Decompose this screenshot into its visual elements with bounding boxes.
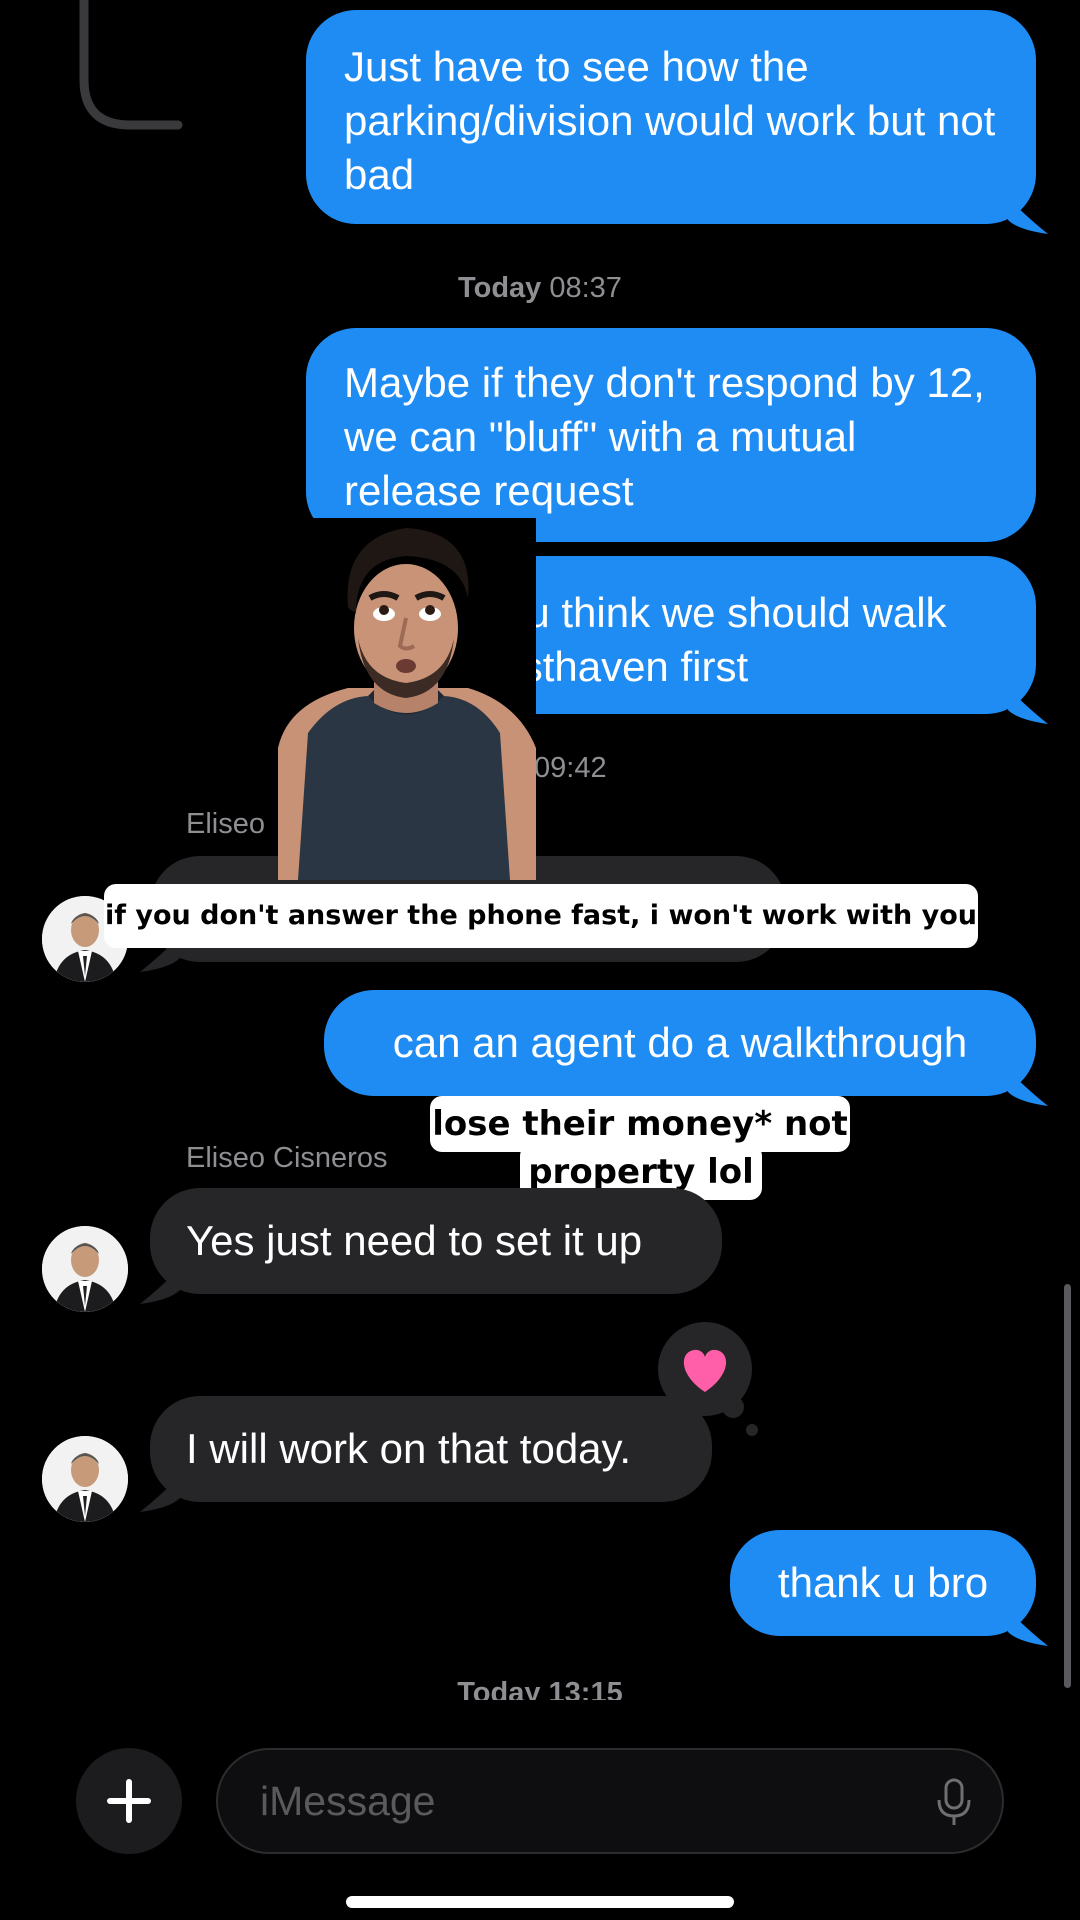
message-text: Maybe if they don't respond by 12, we ca…: [344, 359, 985, 514]
reaction-tail: [722, 1396, 744, 1418]
timestamp: 09:42: [534, 752, 607, 784]
timestamp: Today 13:15: [457, 1677, 623, 1700]
message-text: Yes just need to set it up: [186, 1217, 643, 1264]
message-text: Or u think we should walk westhaven firs…: [468, 589, 947, 690]
avatar[interactable]: [42, 1436, 128, 1522]
message-bubble-sent[interactable]: thank u bro: [730, 1530, 1048, 1646]
overlay-photo: [278, 518, 536, 880]
scrollbar[interactable]: [1064, 1284, 1071, 1688]
message-input[interactable]: iMessage: [216, 1748, 1004, 1854]
avatar-icon: [42, 1436, 128, 1522]
corner-decoration: [79, 0, 183, 130]
message-text: Just have to see how the parking/divisio…: [344, 43, 996, 198]
avatar-icon: [42, 1226, 128, 1312]
message-text: I will work on that today.: [186, 1425, 632, 1472]
add-attachment-button[interactable]: [76, 1748, 182, 1854]
sender-name: Eliseo Cisneros: [186, 1142, 388, 1174]
message-bubble-sent[interactable]: Just have to see how the parking/divisio…: [306, 10, 1048, 234]
message-bubble-sent[interactable]: Maybe if they don't respond by 12, we ca…: [306, 328, 1036, 542]
message-bubble-received[interactable]: I will work on that today.: [140, 1396, 712, 1512]
caption-overlay: if you don't answer the phone fast, i wo…: [104, 884, 978, 948]
timestamp: Today 08:37: [458, 272, 622, 304]
reaction-tail: [746, 1424, 758, 1436]
sender-name: Eliseo: [186, 808, 265, 840]
microphone-icon[interactable]: [934, 1778, 974, 1828]
message-text: can an agent do a walkthrough: [392, 1019, 968, 1066]
plus-icon: [107, 1779, 151, 1823]
message-input-placeholder: iMessage: [260, 1778, 436, 1824]
home-indicator[interactable]: [346, 1896, 734, 1908]
message-text: thank u bro: [777, 1559, 989, 1606]
message-bubble-received[interactable]: Yes just need to set it up: [140, 1188, 722, 1304]
message-bubble-sent[interactable]: can an agent do a walkthrough: [324, 990, 1048, 1106]
avatar[interactable]: [42, 1226, 128, 1312]
